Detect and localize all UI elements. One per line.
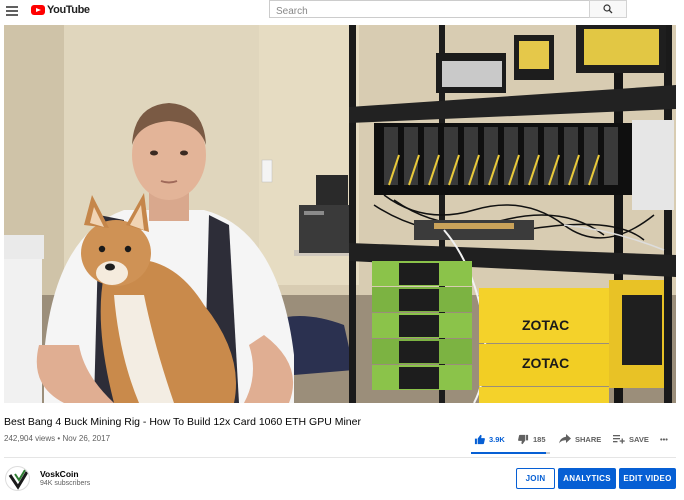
search-icon xyxy=(603,4,613,14)
like-button[interactable]: 3.9K xyxy=(474,431,505,447)
search-box[interactable] xyxy=(269,0,589,20)
subscriber-count: 94K subscribers xyxy=(40,480,91,487)
video-player[interactable]: ZOTAC ZOTAC xyxy=(4,25,676,403)
analytics-button[interactable]: ANALYTICS xyxy=(558,468,616,489)
edit-video-button[interactable]: EDIT VIDEO xyxy=(619,468,676,489)
masthead: YouTube xyxy=(0,0,684,22)
upload-date: Nov 26, 2017 xyxy=(62,434,111,443)
like-count: 3.9K xyxy=(489,434,505,444)
dislike-button[interactable]: 185 xyxy=(518,431,546,447)
like-ratio-fill xyxy=(471,452,547,454)
more-horizontal-icon: ••• xyxy=(660,434,668,444)
like-dislike-bar xyxy=(471,452,550,454)
search-button[interactable] xyxy=(589,0,627,18)
channel-name[interactable]: VoskCoin xyxy=(40,469,79,479)
search-input[interactable] xyxy=(270,3,589,20)
join-button[interactable]: JOIN xyxy=(516,468,555,489)
video-title: Best Bang 4 Buck Mining Rig - How To Bui… xyxy=(4,416,361,428)
hamburger-menu-icon[interactable] xyxy=(6,6,18,16)
logo-text: YouTube xyxy=(47,4,90,16)
video-info: 242,904 views • Nov 26, 2017 xyxy=(4,434,110,443)
video-frame: ZOTAC ZOTAC xyxy=(4,25,676,403)
youtube-logo[interactable]: YouTube xyxy=(31,3,90,17)
box-label-zotac: ZOTAC xyxy=(522,355,569,371)
share-label: SHARE xyxy=(575,434,602,444)
save-button[interactable]: SAVE xyxy=(613,431,649,447)
channel-avatar[interactable] xyxy=(5,466,30,491)
dislike-count: 185 xyxy=(533,434,546,444)
share-arrow-icon xyxy=(559,434,571,444)
thumbs-up-icon xyxy=(474,434,485,444)
more-actions-button[interactable]: ••• xyxy=(660,431,668,447)
save-label: SAVE xyxy=(629,434,649,444)
divider xyxy=(4,457,676,458)
info-separator: • xyxy=(57,434,61,443)
youtube-play-icon xyxy=(31,5,45,15)
box-label-zotac: ZOTAC xyxy=(522,317,569,333)
voskcoin-logo-icon xyxy=(8,469,29,490)
playlist-add-icon xyxy=(613,435,625,444)
view-count: 242,904 views xyxy=(4,434,56,443)
thumbs-down-icon xyxy=(518,434,529,444)
share-button[interactable]: SHARE xyxy=(559,431,601,447)
